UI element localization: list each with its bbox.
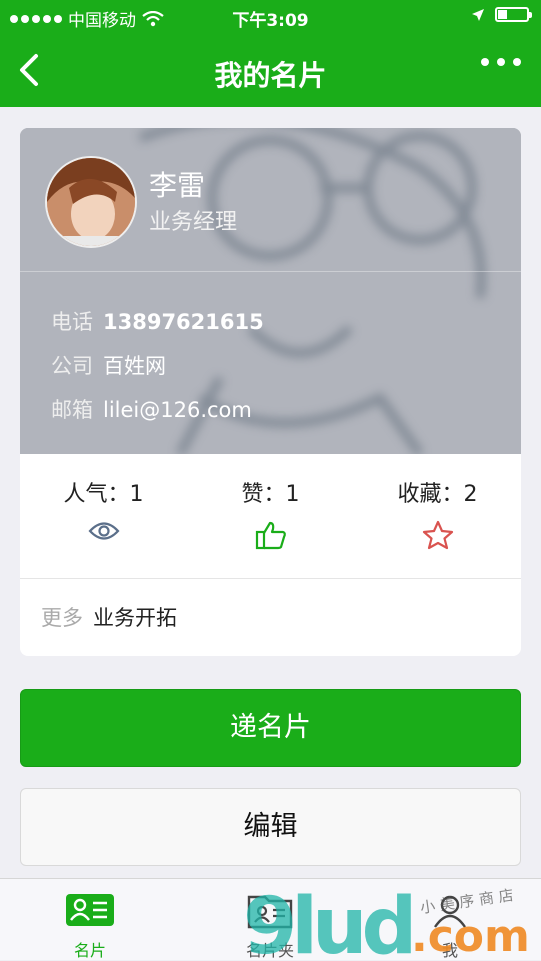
card-header: 李雷 业务经理 电话 13897621615 公司 百姓网 邮箱 lilei@126.…: [20, 128, 521, 454]
nav-bar: 我的名片: [0, 36, 541, 107]
phone-label: 电话: [51, 310, 93, 334]
top-bar: 中国移动 下午3:09 我的名片: [0, 0, 541, 107]
job-title: 业务经理: [149, 210, 238, 235]
card-stats: 人气：1 赞：1 收藏：2: [20, 454, 521, 578]
more-options-icon[interactable]: [481, 58, 521, 66]
svg-text:.com: .com: [411, 911, 530, 960]
header-divider: [20, 271, 521, 272]
favorites-count: 2: [463, 482, 478, 507]
eye-icon: [20, 520, 187, 542]
likes-count: 1: [285, 482, 300, 507]
popularity-stat: 人气：1: [20, 476, 187, 508]
email-row[interactable]: 邮箱 lilei@126.com: [51, 394, 252, 424]
person-name: 李雷: [149, 169, 206, 202]
favorites-stat: 收藏：2: [354, 476, 521, 508]
more-label: 更多: [41, 606, 83, 630]
card-icon: [0, 893, 180, 927]
company-row: 公司 百姓网: [51, 350, 166, 380]
company-value: 百姓网: [103, 354, 166, 378]
send-card-button[interactable]: 递名片: [20, 689, 521, 767]
watermark-logo: 9lud .com 小 美 序 商 店: [243, 885, 530, 960]
page-title: 我的名片: [214, 59, 327, 92]
phone-row[interactable]: 电话 13897621615: [51, 306, 264, 336]
svg-text:9lud: 9lud: [243, 885, 412, 960]
phone-value[interactable]: 13897621615: [103, 310, 264, 334]
edit-button[interactable]: 编辑: [20, 788, 521, 866]
status-bar: 中国移动 下午3:09: [0, 0, 541, 34]
email-value[interactable]: lilei@126.com: [103, 398, 252, 422]
tab-card-label: 名片: [73, 941, 106, 960]
popularity-label: 人气：: [63, 482, 130, 507]
favorites-label: 收藏：: [397, 482, 464, 507]
status-right: [471, 7, 532, 22]
avatar: [45, 156, 137, 248]
more-info-row: 更多 业务开拓: [41, 602, 177, 632]
tab-card[interactable]: 名片: [0, 879, 180, 961]
stats-divider: [20, 578, 521, 579]
email-label: 邮箱: [51, 398, 93, 422]
more-value: 业务开拓: [93, 606, 177, 630]
location-arrow-icon: [472, 8, 484, 21]
star-icon[interactable]: [354, 520, 521, 550]
likes-label: 赞：: [241, 482, 286, 507]
battery-icon: [495, 7, 532, 22]
thumbs-up-icon[interactable]: [187, 520, 354, 550]
business-card: 李雷 业务经理 电话 13897621615 公司 百姓网 邮箱 lilei@126.…: [20, 128, 521, 656]
popularity-count: 1: [129, 482, 144, 507]
company-label: 公司: [51, 354, 93, 378]
likes-stat: 赞：1: [187, 476, 354, 508]
status-time: 下午3:09: [232, 11, 309, 31]
